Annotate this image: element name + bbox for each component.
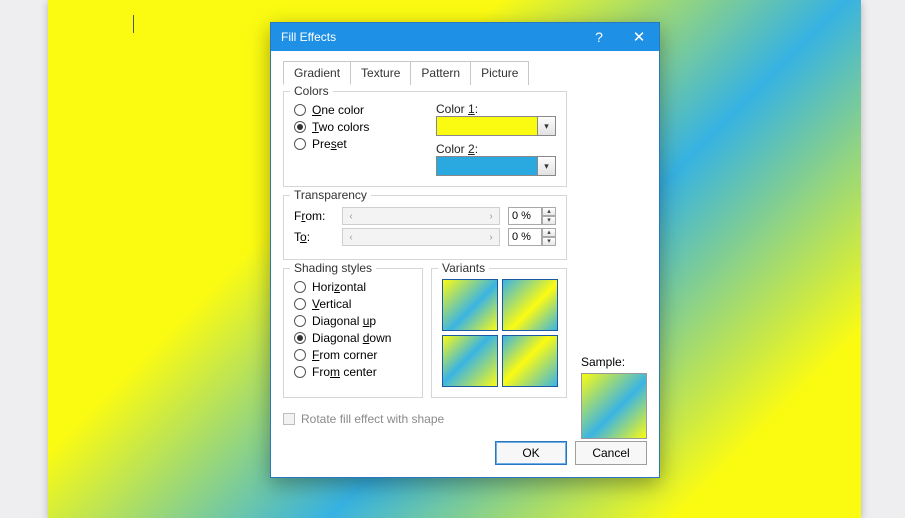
- transparency-to-row: To: ‹ › ▴ ▾: [294, 228, 556, 246]
- radio-diagonal-up[interactable]: Diagonal up: [294, 314, 412, 328]
- chevron-left-icon[interactable]: ‹: [343, 211, 359, 222]
- help-button[interactable]: ?: [579, 23, 619, 51]
- close-button[interactable]: ✕: [619, 23, 659, 51]
- text-cursor: [133, 15, 143, 33]
- radio-dot: [294, 138, 306, 150]
- dialog-body: Gradient Texture Pattern Picture Colors …: [271, 51, 659, 477]
- variants-legend: Variants: [438, 261, 489, 275]
- transparency-from-row: From: ‹ › ▴ ▾: [294, 207, 556, 225]
- color2-label: Color 2:: [436, 142, 556, 156]
- radio-dot: [294, 104, 306, 116]
- spin-down-icon[interactable]: ▾: [542, 216, 556, 225]
- sample-preview: [581, 373, 647, 439]
- radio-horizontal[interactable]: Horizontal: [294, 280, 412, 294]
- sample-column: Sample:: [575, 91, 647, 439]
- variants-group: Variants: [431, 268, 567, 398]
- shading-legend: Shading styles: [290, 261, 376, 275]
- radio-two-colors[interactable]: Two colors: [294, 120, 369, 134]
- rotate-checkbox: Rotate fill effect with shape: [283, 412, 567, 426]
- radio-label: Preset: [312, 137, 347, 151]
- variant-1[interactable]: [442, 279, 498, 331]
- from-slider[interactable]: ‹ ›: [342, 207, 500, 225]
- radio-vertical[interactable]: Vertical: [294, 297, 412, 311]
- chevron-left-icon[interactable]: ‹: [343, 232, 359, 243]
- cancel-button[interactable]: Cancel: [575, 441, 647, 465]
- tabstrip: Gradient Texture Pattern Picture: [283, 61, 647, 85]
- transparency-group: Transparency From: ‹ › ▴ ▾: [283, 195, 567, 260]
- variant-4[interactable]: [502, 335, 558, 387]
- radio-preset[interactable]: Preset: [294, 137, 369, 151]
- sample-label: Sample:: [581, 355, 647, 369]
- to-spin[interactable]: ▴ ▾: [508, 228, 556, 246]
- radio-label: Two colors: [312, 120, 369, 134]
- color-fields: Color 1: ▾ Color 2: ▾: [436, 100, 556, 176]
- transparency-legend: Transparency: [290, 188, 371, 202]
- radio-from-center[interactable]: From center: [294, 365, 412, 379]
- color1-label: Color 1:: [436, 102, 556, 116]
- titlebar: Fill Effects ? ✕: [271, 23, 659, 51]
- color2-swatch: [436, 156, 538, 176]
- tab-pattern[interactable]: Pattern: [410, 61, 471, 85]
- chevron-down-icon[interactable]: ▾: [538, 156, 556, 176]
- chevron-down-icon[interactable]: ▾: [538, 116, 556, 136]
- colors-radio-set: One color Two colors Preset: [294, 100, 369, 176]
- variant-3[interactable]: [442, 335, 498, 387]
- radio-one-color[interactable]: One color: [294, 103, 369, 117]
- to-value-input[interactable]: [508, 228, 542, 246]
- color2-block: Color 2: ▾: [436, 142, 556, 176]
- variant-2[interactable]: [502, 279, 558, 331]
- from-spin[interactable]: ▴ ▾: [508, 207, 556, 225]
- spin-up-icon[interactable]: ▴: [542, 228, 556, 237]
- colors-legend: Colors: [290, 84, 333, 98]
- from-label: From:: [294, 209, 334, 223]
- radio-dot: [294, 121, 306, 133]
- chevron-right-icon[interactable]: ›: [483, 232, 499, 243]
- from-value-input[interactable]: [508, 207, 542, 225]
- to-slider[interactable]: ‹ ›: [342, 228, 500, 246]
- color2-combo[interactable]: ▾: [436, 156, 556, 176]
- dialog-title: Fill Effects: [281, 30, 336, 44]
- tab-texture[interactable]: Texture: [350, 61, 411, 85]
- variants-grid: [442, 277, 556, 387]
- fill-effects-dialog: Fill Effects ? ✕ Gradient Texture Patter…: [270, 22, 660, 478]
- to-label: To:: [294, 230, 334, 244]
- color1-swatch: [436, 116, 538, 136]
- spin-down-icon[interactable]: ▾: [542, 237, 556, 246]
- colors-group: Colors One color Two colors: [283, 91, 567, 187]
- ok-button[interactable]: OK: [495, 441, 567, 465]
- shading-styles-group: Shading styles Horizontal Vertical Diago…: [283, 268, 423, 398]
- tab-gradient[interactable]: Gradient: [283, 61, 351, 85]
- color1-block: Color 1: ▾: [436, 102, 556, 136]
- spin-up-icon[interactable]: ▴: [542, 207, 556, 216]
- radio-diagonal-down[interactable]: Diagonal down: [294, 331, 412, 345]
- rotate-label: Rotate fill effect with shape: [301, 412, 444, 426]
- radio-from-corner[interactable]: From corner: [294, 348, 412, 362]
- chevron-right-icon[interactable]: ›: [483, 211, 499, 222]
- dialog-button-row: OK Cancel: [283, 439, 647, 465]
- checkbox-icon: [283, 413, 295, 425]
- tab-picture[interactable]: Picture: [470, 61, 529, 85]
- radio-label: One color: [312, 103, 364, 117]
- color1-combo[interactable]: ▾: [436, 116, 556, 136]
